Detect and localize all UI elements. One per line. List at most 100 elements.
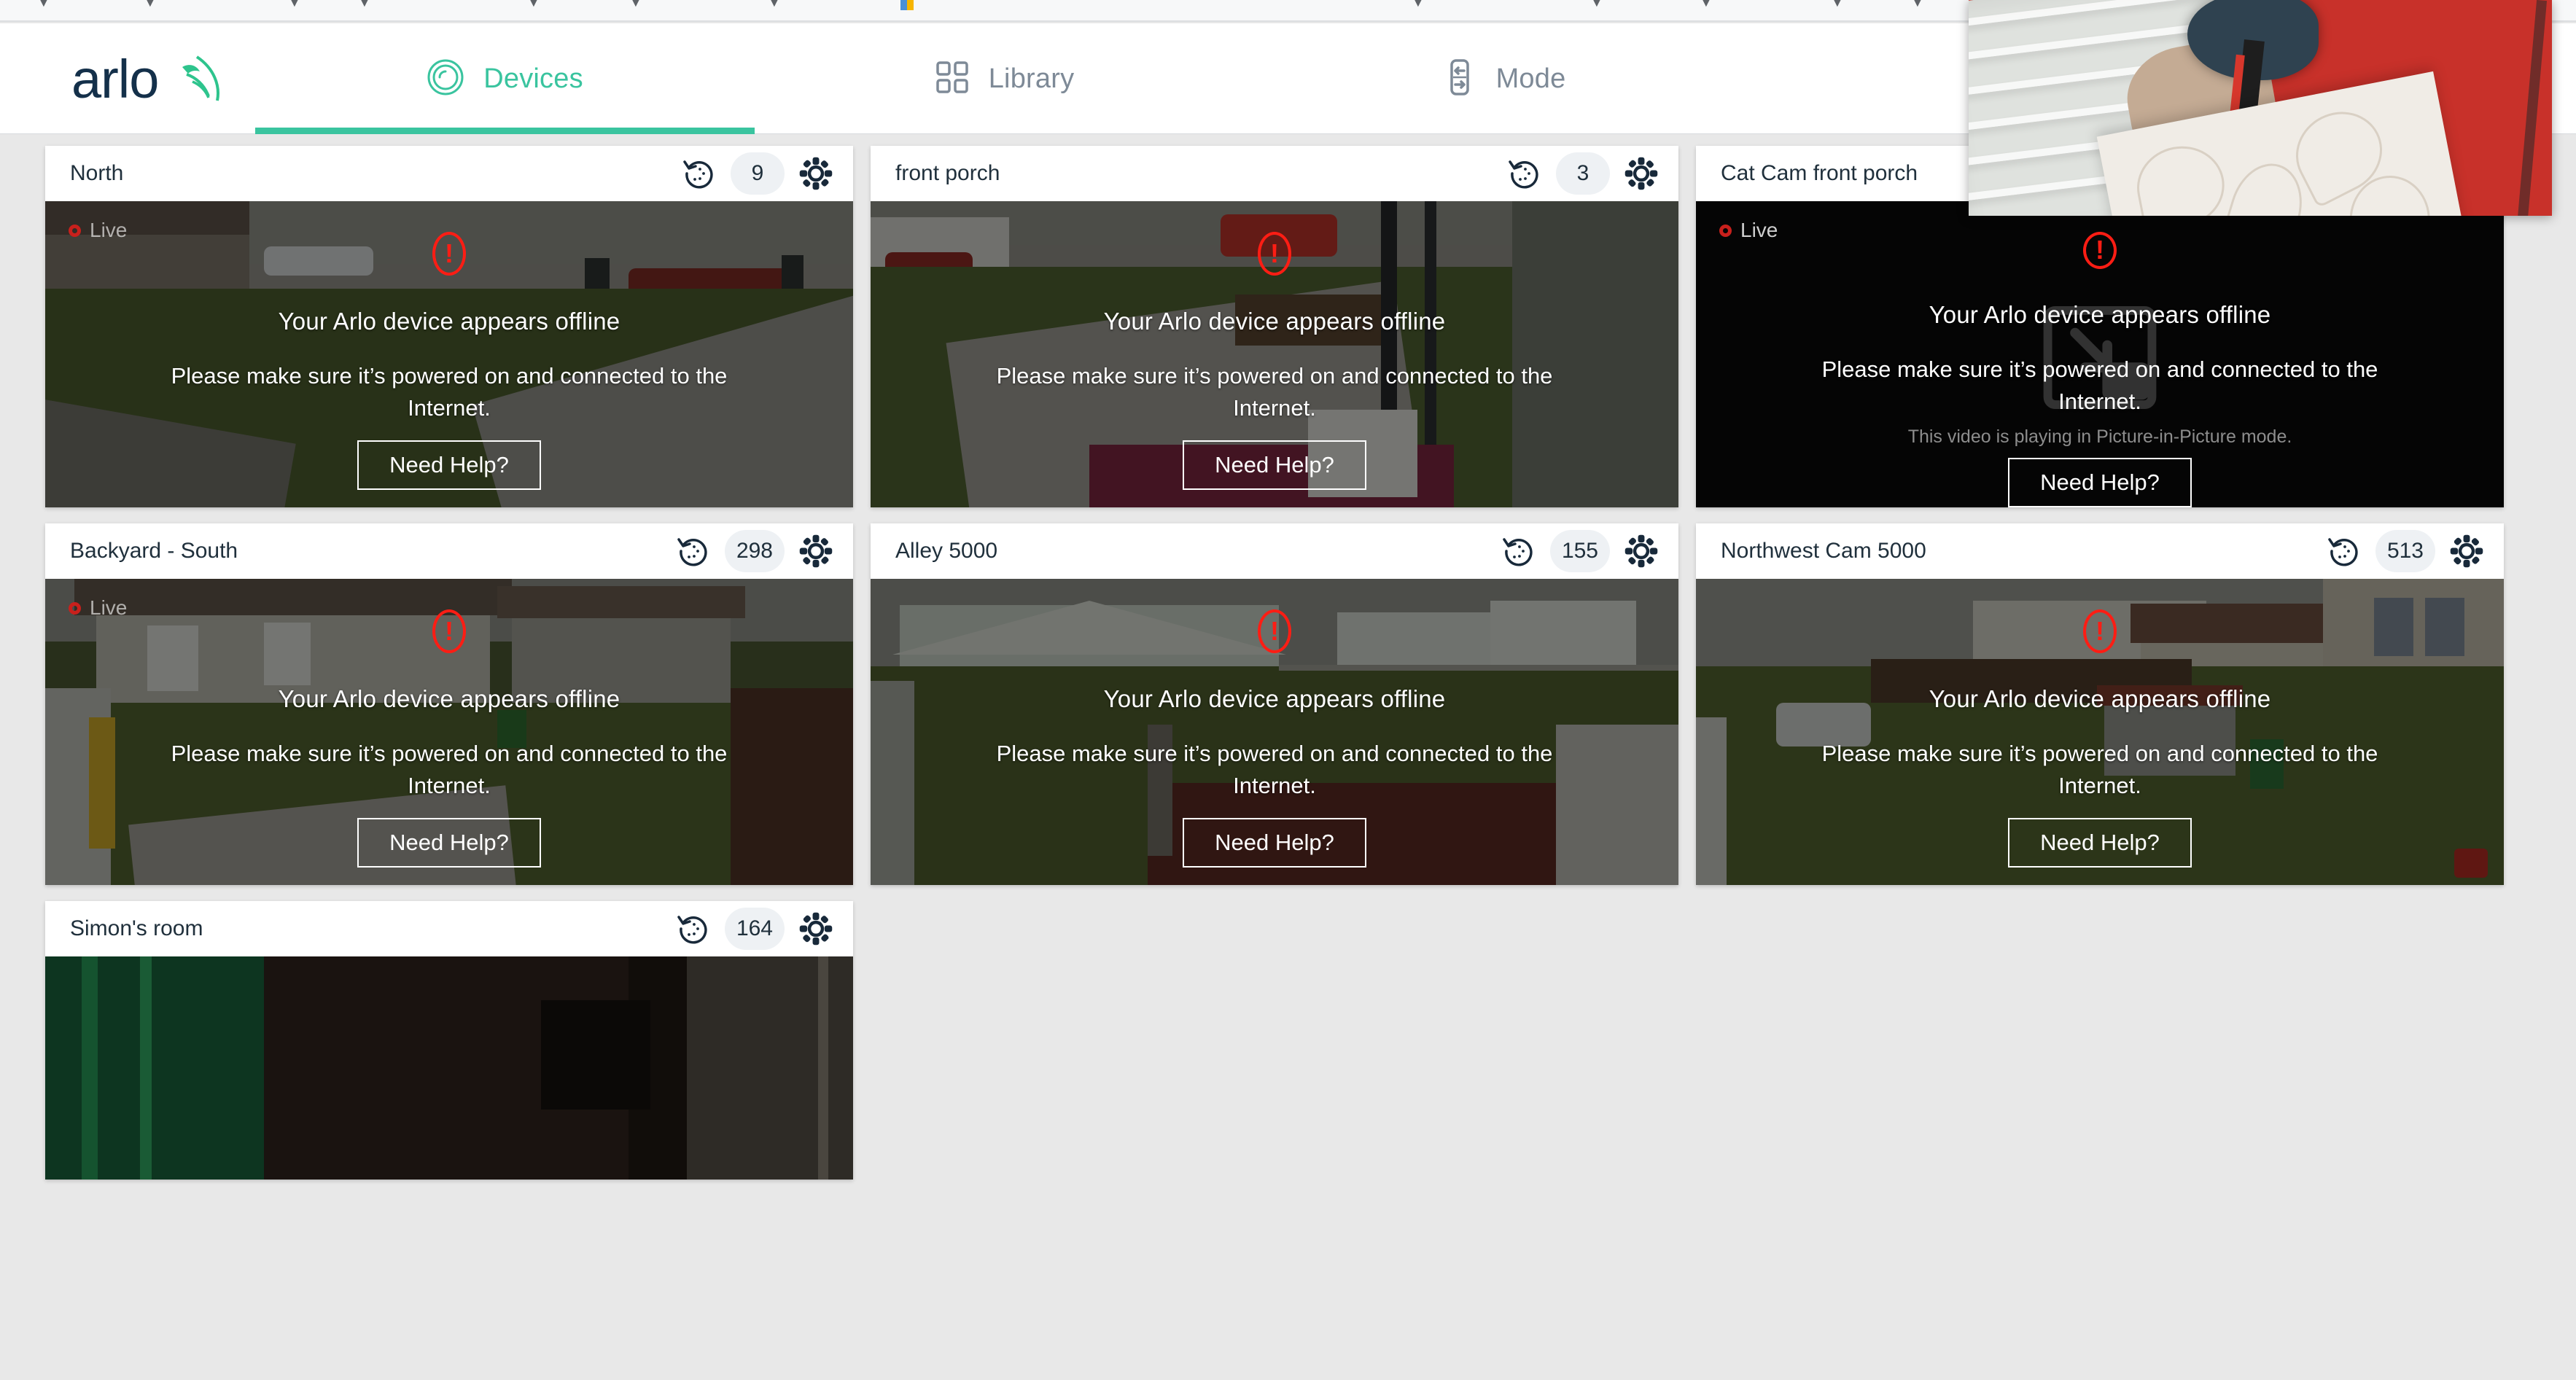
active-tab-underline (255, 128, 755, 134)
live-label: Live (1740, 219, 1778, 241)
offline-title: Your Arlo device appears offline (1103, 685, 1446, 712)
card-header: Alley 5000 155 (871, 523, 1678, 579)
offline-subtitle: Please make sure it’s powered on and con… (1821, 741, 2378, 799)
event-count-pill[interactable]: 164 (724, 908, 785, 950)
camera-feed[interactable]: Live ! Your Arlo device appears offline … (1696, 201, 2504, 507)
camera-card[interactable]: North 9 Live ! Your Arlo device appears … (45, 146, 853, 507)
history-clock-icon[interactable] (672, 908, 715, 950)
bookmark-item[interactable]: ▼ (1699, 0, 1713, 9)
tab-library-label: Library (988, 63, 1075, 94)
pip-mode-note: This video is playing in Picture-in-Pict… (1907, 426, 2292, 447)
card-header: Northwest Cam 5000 513 (1696, 523, 2504, 579)
card-actions: 155 (1498, 530, 1662, 572)
camera-name: front porch (895, 161, 1000, 185)
card-header: front porch 3 (871, 146, 1678, 201)
bookmark-item[interactable]: ▼ (1589, 0, 1604, 9)
event-count-pill[interactable]: 155 (1549, 530, 1610, 572)
need-help-button[interactable]: Need Help? (1183, 818, 1366, 868)
need-help-button[interactable]: Need Help? (357, 818, 541, 868)
history-clock-icon[interactable] (672, 530, 715, 572)
picture-in-picture-icon (2038, 296, 2162, 424)
picture-in-picture-window[interactable] (1969, 0, 2552, 216)
gear-icon[interactable] (1620, 530, 1662, 572)
history-clock-icon[interactable] (1503, 152, 1546, 195)
bookmark-item[interactable]: ▼ (36, 0, 51, 9)
card-actions: 298 (672, 530, 837, 572)
arlo-logo[interactable]: arlo (71, 49, 276, 109)
event-count-pill[interactable]: 513 (2375, 530, 2435, 572)
card-header: North 9 (45, 146, 853, 201)
offline-message: ! Your Arlo device appears offline Pleas… (871, 201, 1678, 507)
need-help-button[interactable]: Need Help? (2008, 458, 2192, 507)
bookmark-item[interactable]: ▼ (629, 0, 643, 9)
camera-card[interactable]: Alley 5000 155 ! Your Arlo device appear… (871, 523, 1678, 885)
camera-feed[interactable]: ! Your Arlo device appears offline Pleas… (1696, 579, 2504, 885)
offline-subtitle: Please make sure it’s powered on and con… (996, 741, 1553, 799)
card-actions: 513 (2323, 530, 2488, 572)
bookmark-item[interactable]: ▼ (526, 0, 541, 9)
camera-feed[interactable]: ! Your Arlo device appears offline Pleas… (871, 201, 1678, 507)
history-clock-icon[interactable] (2323, 530, 2365, 572)
grid-2x2-icon (935, 60, 970, 98)
svg-text:arlo: arlo (71, 52, 158, 109)
camera-card[interactable]: Simon's room 164 (45, 901, 853, 1180)
offline-message: ! Your Arlo device appears offline Pleas… (45, 201, 853, 507)
need-help-button[interactable]: Need Help? (357, 440, 541, 491)
live-label: Live (90, 596, 128, 619)
camera-feed[interactable] (45, 956, 853, 1180)
gear-icon[interactable] (1620, 152, 1662, 195)
tab-mode[interactable]: Mode (1254, 23, 1754, 134)
history-clock-icon[interactable] (678, 152, 720, 195)
warning-icon: ! (1258, 609, 1291, 653)
live-label: Live (90, 219, 128, 241)
event-count-pill[interactable]: 3 (1556, 152, 1610, 195)
warning-icon: ! (432, 232, 466, 276)
bookmark-item[interactable]: ▼ (287, 0, 302, 9)
bookmark-item[interactable]: ▼ (357, 0, 372, 9)
pip-rail-decor (2517, 0, 2548, 216)
warning-icon: ! (432, 609, 466, 653)
history-clock-icon[interactable] (1498, 530, 1540, 572)
card-actions: 3 (1503, 152, 1662, 195)
gear-icon[interactable] (795, 152, 837, 195)
camera-card[interactable]: Backyard - South 298 Live ! Your Arlo de… (45, 523, 853, 885)
camera-grid: North 9 Live ! Your Arlo device appears … (0, 136, 2576, 1380)
camera-name: Northwest Cam 5000 (1721, 539, 1926, 563)
offline-message: ! Your Arlo device appears offline Pleas… (871, 579, 1678, 885)
main-navigation: Devices Library Mode (255, 23, 1754, 134)
live-dot-icon (69, 224, 81, 237)
offline-subtitle: Please make sure it’s powered on and con… (171, 363, 728, 421)
gear-icon[interactable] (795, 530, 837, 572)
offline-title: Your Arlo device appears offline (1929, 685, 2271, 712)
warning-icon: ! (2083, 609, 2117, 653)
bookmark-favicon[interactable] (900, 0, 914, 10)
bookmark-item[interactable]: ▼ (1910, 0, 1925, 9)
warning-icon: ! (2083, 232, 2117, 269)
offline-message: ! Your Arlo device appears offline Pleas… (45, 579, 853, 885)
camera-card[interactable]: Northwest Cam 5000 513 ! Your Arlo devic… (1696, 523, 2504, 885)
live-dot-icon (1719, 224, 1732, 237)
tab-devices-label: Devices (483, 63, 583, 94)
camera-feed[interactable]: ! Your Arlo device appears offline Pleas… (871, 579, 1678, 885)
offline-message: ! Your Arlo device appears offline Pleas… (1696, 579, 2504, 885)
bookmark-item[interactable]: ▼ (767, 0, 782, 9)
event-count-pill[interactable]: 298 (724, 530, 785, 572)
camera-card[interactable]: front porch 3 ! Your Arlo device appears… (871, 146, 1678, 507)
bookmark-item[interactable]: ▼ (143, 0, 157, 9)
need-help-button[interactable]: Need Help? (2008, 818, 2192, 868)
tab-devices[interactable]: Devices (255, 23, 755, 134)
tab-library[interactable]: Library (755, 23, 1254, 134)
camera-feed[interactable]: Live ! Your Arlo device appears offline … (45, 201, 853, 507)
gear-icon[interactable] (795, 908, 837, 950)
mode-arrows-icon (1442, 58, 1477, 100)
event-count-pill[interactable]: 9 (731, 152, 785, 195)
camera-feed[interactable]: Live ! Your Arlo device appears offline … (45, 579, 853, 885)
bookmark-item[interactable]: ▼ (1411, 0, 1425, 9)
live-badge: Live (69, 219, 127, 242)
card-actions: 9 (678, 152, 837, 195)
gear-icon[interactable] (2445, 530, 2488, 572)
camera-name: Backyard - South (70, 539, 238, 563)
camera-name: Simon's room (70, 916, 203, 940)
need-help-button[interactable]: Need Help? (1183, 440, 1366, 491)
bookmark-item[interactable]: ▼ (1830, 0, 1845, 9)
